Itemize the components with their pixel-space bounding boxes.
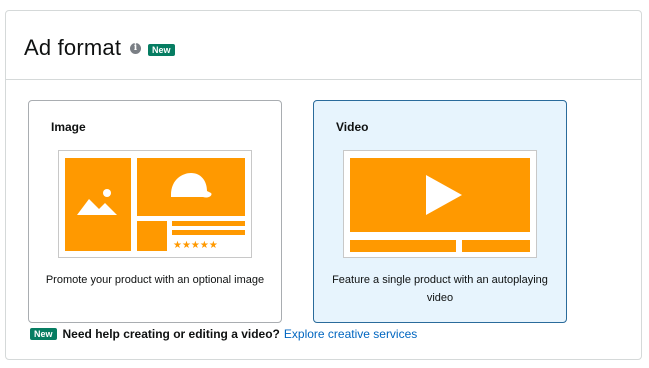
video-help-row: New Need help creating or editing a video… xyxy=(30,327,417,341)
new-badge: New xyxy=(30,328,57,340)
card-title: Video xyxy=(336,120,369,134)
new-badge: New xyxy=(148,44,175,56)
page-title: Ad format xyxy=(24,35,122,60)
image-ad-preview: ★★★★★ xyxy=(58,150,252,258)
explore-creative-services-link[interactable]: Explore creative services xyxy=(284,327,417,341)
panel-header: Ad format i New xyxy=(6,11,641,80)
svg-text:★★★★★: ★★★★★ xyxy=(173,240,218,251)
video-ad-preview xyxy=(343,150,537,258)
image-ad-illustration: ★★★★★ xyxy=(65,158,245,251)
card-title: Image xyxy=(51,120,86,134)
info-icon[interactable]: i xyxy=(130,43,141,54)
video-ad-illustration xyxy=(350,158,530,252)
help-text: Need help creating or editing a video? xyxy=(62,327,280,341)
card-description: Feature a single product with an autopla… xyxy=(332,274,548,304)
star-rating-icon: ★★★★★ xyxy=(173,240,218,251)
card-description: Promote your product with an optional im… xyxy=(45,274,265,286)
image-format-card[interactable]: Image ★★★★★ Promote your product with an… xyxy=(28,100,282,323)
ad-format-panel: Ad format i New Image ★★★★★ Promote your… xyxy=(5,10,642,360)
video-format-card[interactable]: Video Feature a single product with an a… xyxy=(313,100,567,323)
